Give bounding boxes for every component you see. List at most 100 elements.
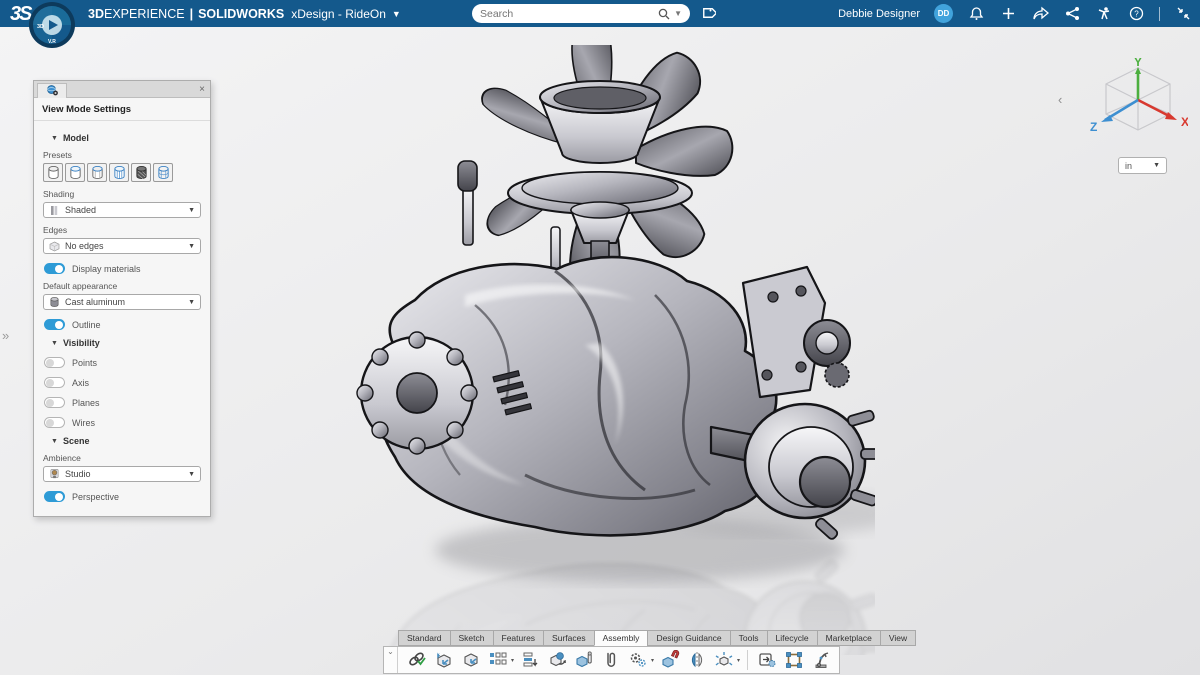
tab-tools[interactable]: Tools [730, 630, 767, 646]
expand-tree-chevron-icon[interactable]: » [2, 328, 7, 343]
mechanism-gears-icon[interactable] [626, 649, 649, 672]
search-bar[interactable]: ▼ [472, 4, 690, 23]
studio-lamp-icon [49, 468, 60, 480]
reorder-tree-icon[interactable] [518, 649, 541, 672]
tab-design-guidance[interactable]: Design Guidance [647, 630, 729, 646]
magnetic-mate-icon[interactable] [658, 649, 681, 672]
wires-toggle[interactable] [44, 417, 65, 428]
preset-shaded-edges[interactable] [87, 163, 107, 182]
chevron-down-icon: ▼ [188, 471, 195, 478]
share-nodes-icon[interactable] [1063, 5, 1081, 23]
tab-lifecycle[interactable]: Lifecycle [767, 630, 817, 646]
insert-component-icon[interactable] [459, 649, 482, 672]
link-check-icon[interactable] [405, 649, 428, 672]
chevron-down-icon[interactable]: ▼ [392, 9, 401, 19]
collapse-window-icon[interactable] [1174, 5, 1192, 23]
gears-caret-icon[interactable]: ▾ [651, 657, 654, 664]
section-model[interactable]: ▼Model [51, 133, 201, 143]
panel-tab[interactable] [37, 83, 67, 98]
breadcrumb: 3DEXPERIENCE | SOLIDWORKS xDesign - Ride… [88, 0, 401, 27]
preset-shaded[interactable] [43, 163, 63, 182]
mate-component-icon[interactable] [572, 649, 595, 672]
move-component-icon[interactable] [545, 649, 568, 672]
tab-features[interactable]: Features [493, 630, 544, 646]
preset-wireframe[interactable] [153, 163, 173, 182]
transaxle-model[interactable] [357, 45, 875, 540]
shading-dropdown[interactable]: Shaded▼ [43, 202, 201, 218]
lever [463, 187, 473, 245]
points-toggle[interactable] [44, 357, 65, 368]
tab-assembly[interactable]: Assembly [594, 630, 648, 646]
compass-3d-label: 3D [37, 24, 44, 30]
preset-shaded-all-edges[interactable] [109, 163, 129, 182]
publish-icon[interactable] [755, 649, 778, 672]
user-name[interactable]: Debbie Designer [838, 8, 920, 20]
explode-caret-icon[interactable]: ▾ [737, 657, 740, 664]
ambience-dropdown[interactable]: Studio▼ [43, 466, 201, 482]
tab-marketplace[interactable]: Marketplace [817, 630, 880, 646]
tab-sketch[interactable]: Sketch [450, 630, 493, 646]
display-materials-toggle[interactable] [44, 263, 65, 274]
units-dropdown[interactable]: in ▼ [1118, 157, 1167, 174]
svg-text:?: ? [1134, 10, 1139, 19]
preset-hidden-lines[interactable] [131, 163, 151, 182]
bell-icon[interactable] [967, 5, 985, 23]
structure-frame-icon[interactable] [782, 649, 805, 672]
axis-toggle[interactable] [44, 377, 65, 388]
search-icon[interactable] [658, 8, 670, 20]
brand-experience: EXPERIENCE [104, 7, 185, 21]
pattern-caret-icon[interactable]: ▾ [511, 657, 514, 664]
panel-header[interactable]: × [34, 81, 210, 98]
search-options-chevron-icon[interactable]: ▼ [674, 9, 682, 18]
display-materials-label: Display materials [72, 264, 141, 274]
insert-new-component-icon[interactable] [432, 649, 455, 672]
robot-icon[interactable] [809, 649, 832, 672]
search-input[interactable] [480, 8, 658, 20]
app-title[interactable]: xDesign - RideOn [291, 7, 386, 21]
avatar[interactable]: DD [934, 4, 953, 23]
3dexperience-compass[interactable]: 3D V.R [28, 1, 76, 49]
top-bar: 3S 3DEXPERIENCE | SOLIDWORKS xDesign - R… [0, 0, 1200, 27]
close-icon[interactable]: × [199, 84, 205, 95]
plus-icon[interactable] [999, 5, 1017, 23]
collapse-triangle-icon: ▼ [51, 438, 58, 445]
default-appearance-dropdown[interactable]: Cast aluminum▼ [43, 294, 201, 310]
model-3d-viewport[interactable] [355, 45, 875, 655]
person-icon[interactable] [1095, 5, 1113, 23]
units-value: in [1125, 161, 1132, 171]
mirror-icon[interactable] [685, 649, 708, 672]
section-scene[interactable]: ▼Scene [51, 436, 201, 446]
chevron-down-icon: ▼ [1153, 162, 1160, 169]
preset-shaded-top-edges[interactable] [65, 163, 85, 182]
attach-icon[interactable] [599, 649, 622, 672]
tab-standard[interactable]: Standard [398, 630, 450, 646]
cube-icon [49, 241, 60, 252]
view-settings-icon [46, 85, 59, 96]
tab-view[interactable]: View [880, 630, 916, 646]
section-visibility[interactable]: ▼Visibility [51, 338, 201, 348]
wires-label: Wires [72, 418, 95, 428]
tag-icon[interactable] [700, 5, 716, 21]
explode-icon[interactable] [712, 649, 735, 672]
forward-arrow-icon[interactable] [1031, 5, 1049, 23]
shading-stripes-icon [49, 205, 60, 216]
pattern-icon[interactable] [486, 649, 509, 672]
brand-divider: | [190, 7, 194, 21]
outline-label: Outline [72, 320, 101, 330]
panel-title: View Mode Settings [34, 98, 210, 121]
perspective-toggle[interactable] [44, 491, 65, 502]
collapse-panel-chevron-icon[interactable]: ‹ [1058, 92, 1062, 107]
ribbon-tabs: Standard Sketch Features Surfaces Assemb… [398, 630, 916, 646]
orientation-triad[interactable]: Y X Z [1088, 58, 1188, 158]
tab-surfaces[interactable]: Surfaces [543, 630, 594, 646]
outline-toggle[interactable] [44, 319, 65, 330]
ambience-label: Ambience [43, 453, 201, 463]
x-axis-label: X [1181, 115, 1188, 129]
planes-toggle[interactable] [44, 397, 65, 408]
edges-dropdown[interactable]: No edges▼ [43, 238, 201, 254]
z-axis-label: Z [1090, 120, 1097, 134]
outline-row: Outline [44, 319, 201, 330]
help-icon[interactable]: ? [1127, 5, 1145, 23]
app-window: 3S 3DEXPERIENCE | SOLIDWORKS xDesign - R… [0, 0, 1200, 675]
toolbar-expand-chevron-icon[interactable]: ⌄ [384, 647, 398, 673]
